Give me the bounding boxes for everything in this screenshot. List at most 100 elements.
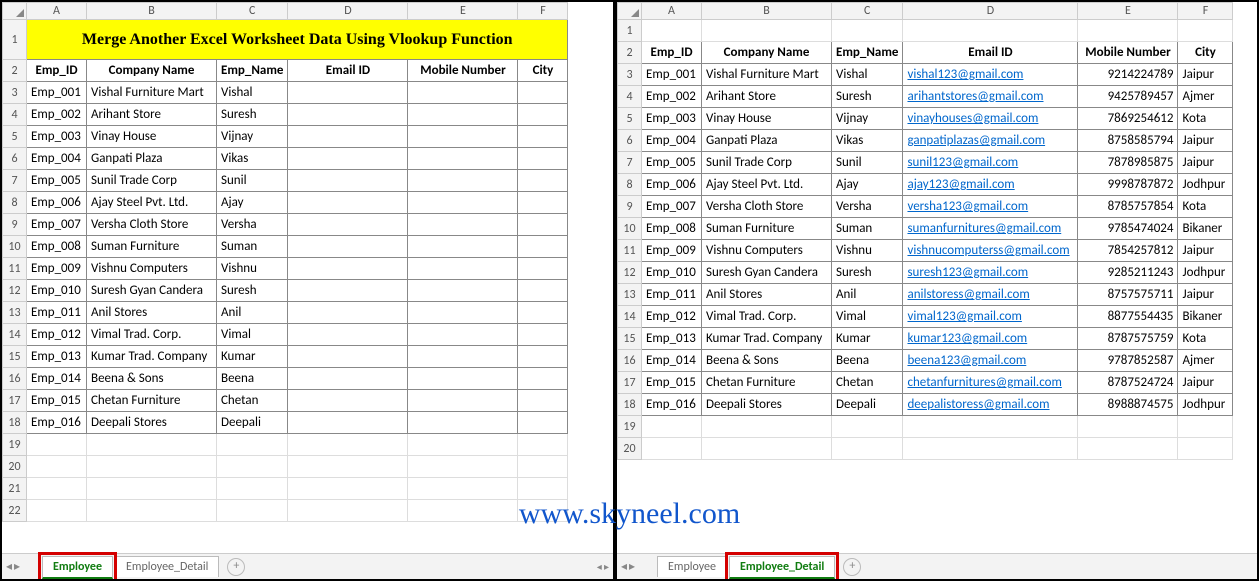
cell[interactable]: Suresh Gyan Candera bbox=[87, 280, 217, 302]
row-header[interactable]: 6 bbox=[3, 148, 27, 170]
cell[interactable]: Emp_015 bbox=[27, 390, 87, 412]
cell[interactable]: Beena bbox=[832, 350, 903, 372]
table-header-cell[interactable]: Emp_ID bbox=[27, 60, 87, 82]
row-header[interactable]: 13 bbox=[3, 302, 27, 324]
row-header[interactable]: 14 bbox=[618, 306, 642, 328]
cell[interactable] bbox=[288, 192, 408, 214]
cell[interactable]: Emp_003 bbox=[642, 108, 702, 130]
cell[interactable]: Emp_003 bbox=[27, 126, 87, 148]
email-link[interactable]: ganpatiplazas@gmail.com bbox=[907, 133, 1045, 148]
column-header[interactable]: F bbox=[1178, 3, 1233, 20]
cell[interactable]: Kumar Trad. Company bbox=[702, 328, 832, 350]
spreadsheet-left[interactable]: ABCDEF1Merge Another Excel Worksheet Dat… bbox=[2, 2, 568, 522]
cell[interactable]: Emp_011 bbox=[642, 284, 702, 306]
cell[interactable]: Deepali Stores bbox=[702, 394, 832, 416]
cell[interactable]: Anil Stores bbox=[87, 302, 217, 324]
cell[interactable]: Beena & Sons bbox=[702, 350, 832, 372]
cell[interactable]: deepalistoress@gmail.com bbox=[903, 394, 1078, 416]
cell[interactable] bbox=[408, 214, 518, 236]
cell[interactable]: 7869254612 bbox=[1078, 108, 1178, 130]
column-header[interactable]: E bbox=[1078, 3, 1178, 20]
cell[interactable]: Emp_012 bbox=[642, 306, 702, 328]
cell[interactable]: Ganpati Plaza bbox=[87, 148, 217, 170]
cell[interactable] bbox=[518, 236, 568, 258]
table-header-cell[interactable]: Mobile Number bbox=[408, 60, 518, 82]
row-header[interactable]: 9 bbox=[618, 196, 642, 218]
cell[interactable] bbox=[288, 126, 408, 148]
cell[interactable] bbox=[903, 20, 1078, 42]
cell[interactable] bbox=[832, 416, 903, 438]
cell[interactable] bbox=[288, 280, 408, 302]
cell[interactable]: Jaipur bbox=[1178, 372, 1233, 394]
cell[interactable]: vishnucomputerss@gmail.com bbox=[903, 240, 1078, 262]
cell[interactable] bbox=[408, 258, 518, 280]
cell[interactable]: kumar123@gmail.com bbox=[903, 328, 1078, 350]
cell[interactable] bbox=[518, 82, 568, 104]
cell[interactable] bbox=[288, 236, 408, 258]
sheet-tab[interactable]: Employee bbox=[42, 556, 113, 579]
row-header[interactable]: 2 bbox=[3, 60, 27, 82]
cell[interactable]: Emp_008 bbox=[27, 236, 87, 258]
cell[interactable]: Sunil Trade Corp bbox=[702, 152, 832, 174]
cell[interactable]: Vikas bbox=[832, 130, 903, 152]
cell[interactable]: Emp_004 bbox=[27, 148, 87, 170]
cell[interactable] bbox=[903, 416, 1078, 438]
cell[interactable]: Emp_006 bbox=[642, 174, 702, 196]
cell[interactable]: Beena bbox=[217, 368, 288, 390]
cell[interactable] bbox=[27, 434, 87, 456]
cell[interactable]: Jodhpur bbox=[1178, 394, 1233, 416]
cell[interactable] bbox=[217, 434, 288, 456]
cell[interactable]: Vishal Furniture Mart bbox=[702, 64, 832, 86]
column-header[interactable]: B bbox=[87, 3, 217, 20]
cell[interactable]: Arihant Store bbox=[702, 86, 832, 108]
cell[interactable] bbox=[87, 456, 217, 478]
email-link[interactable]: kumar123@gmail.com bbox=[907, 331, 1027, 346]
cell[interactable] bbox=[642, 416, 702, 438]
cell[interactable] bbox=[288, 104, 408, 126]
email-link[interactable]: arihantstores@gmail.com bbox=[907, 89, 1043, 104]
cell[interactable]: Ajay bbox=[217, 192, 288, 214]
cell[interactable] bbox=[642, 438, 702, 460]
cell[interactable] bbox=[702, 416, 832, 438]
row-header[interactable]: 1 bbox=[618, 20, 642, 42]
cell[interactable]: Jodhpur bbox=[1178, 174, 1233, 196]
column-header[interactable]: D bbox=[903, 3, 1078, 20]
tab-nav-buttons[interactable]: ◂▸ bbox=[621, 559, 635, 574]
email-link[interactable]: sunil123@gmail.com bbox=[907, 155, 1018, 170]
cell[interactable]: Vinay House bbox=[702, 108, 832, 130]
row-header[interactable]: 8 bbox=[618, 174, 642, 196]
cell[interactable] bbox=[702, 438, 832, 460]
cell[interactable]: Versha bbox=[832, 196, 903, 218]
cell[interactable]: Kumar Trad. Company bbox=[87, 346, 217, 368]
cell[interactable]: Ajay Steel Pvt. Ltd. bbox=[702, 174, 832, 196]
cell[interactable]: anilstoress@gmail.com bbox=[903, 284, 1078, 306]
cell[interactable]: Kota bbox=[1178, 196, 1233, 218]
column-header[interactable]: C bbox=[832, 3, 903, 20]
cell[interactable]: Emp_007 bbox=[642, 196, 702, 218]
cell[interactable]: Vishal Furniture Mart bbox=[87, 82, 217, 104]
add-sheet-button[interactable]: + bbox=[227, 558, 245, 576]
spreadsheet-right[interactable]: ABCDEF12Emp_IDCompany NameEmp_NameEmail … bbox=[617, 2, 1233, 460]
cell[interactable]: Emp_006 bbox=[27, 192, 87, 214]
cell[interactable]: 8877554435 bbox=[1078, 306, 1178, 328]
cell[interactable]: Kumar bbox=[832, 328, 903, 350]
cell[interactable] bbox=[518, 214, 568, 236]
cell[interactable]: Jaipur bbox=[1178, 152, 1233, 174]
cell[interactable]: Vishal bbox=[217, 82, 288, 104]
cell[interactable] bbox=[408, 170, 518, 192]
cell[interactable] bbox=[518, 170, 568, 192]
cell[interactable]: Vishnu Computers bbox=[87, 258, 217, 280]
row-header[interactable]: 10 bbox=[618, 218, 642, 240]
cell[interactable] bbox=[288, 170, 408, 192]
column-header[interactable]: D bbox=[288, 3, 408, 20]
cell[interactable]: 8787524724 bbox=[1078, 372, 1178, 394]
cell[interactable]: 8988874575 bbox=[1078, 394, 1178, 416]
cell[interactable] bbox=[642, 20, 702, 42]
cell[interactable]: Bikaner bbox=[1178, 306, 1233, 328]
cell[interactable]: Emp_004 bbox=[642, 130, 702, 152]
cell[interactable]: Emp_002 bbox=[642, 86, 702, 108]
cell[interactable]: 9787852587 bbox=[1078, 350, 1178, 372]
table-header-cell[interactable]: Company Name bbox=[87, 60, 217, 82]
cell[interactable]: Jaipur bbox=[1178, 240, 1233, 262]
row-header[interactable]: 12 bbox=[3, 280, 27, 302]
